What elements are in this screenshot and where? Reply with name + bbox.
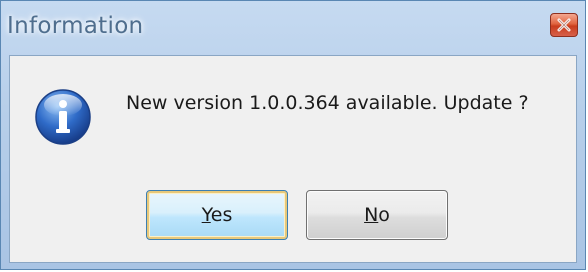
yes-button-label: Yes xyxy=(201,204,233,226)
close-icon xyxy=(557,18,571,32)
dialog-body: New version 1.0.0.364 available. Update … xyxy=(9,55,577,263)
no-button-label: No xyxy=(364,204,390,226)
no-button[interactable]: No xyxy=(306,190,448,240)
information-dialog: Information New version 1.0.0.364 availa… xyxy=(0,0,586,270)
window-title: Information xyxy=(7,13,144,39)
information-icon xyxy=(35,89,91,145)
title-bar[interactable]: Information xyxy=(1,1,587,55)
close-button[interactable] xyxy=(550,13,578,37)
message-text: New version 1.0.0.364 available. Update … xyxy=(126,92,529,114)
yes-button[interactable]: Yes xyxy=(146,190,288,240)
